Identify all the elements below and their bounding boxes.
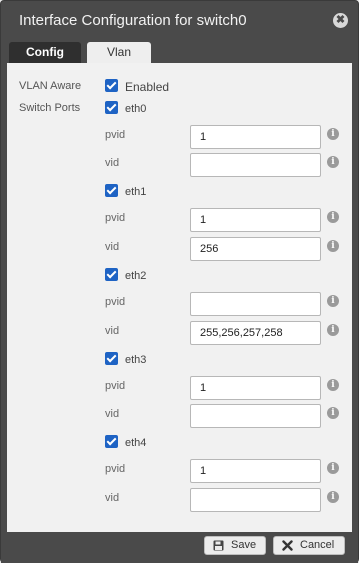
dialog-title: Interface Configuration for switch0: [19, 12, 247, 29]
cancel-button[interactable]: Cancel: [273, 536, 345, 555]
port-eth3-pvid-label: pvid: [105, 380, 126, 392]
port-eth2-vid-label: vid: [105, 325, 120, 337]
tab-vlan[interactable]: Vlan: [87, 42, 151, 63]
port-eth2-pvid-input[interactable]: [190, 292, 321, 316]
port-eth3-vid-input[interactable]: [190, 404, 321, 428]
floppy-icon: [213, 537, 224, 557]
port-eth2-checkbox[interactable]: [105, 268, 118, 281]
port-eth3-pvid-input[interactable]: [190, 376, 321, 400]
info-icon[interactable]: i: [327, 128, 339, 140]
port-eth4-pvid-input[interactable]: [190, 459, 321, 483]
switch-ports-label: Switch Ports: [19, 102, 81, 114]
port-eth0-vid-input[interactable]: [190, 153, 321, 177]
port-eth1-vid-label: vid: [105, 241, 120, 253]
port-eth1-pvid-input[interactable]: [190, 208, 321, 232]
port-eth3-checkbox[interactable]: [105, 352, 118, 365]
port-eth0-checkbox[interactable]: [105, 101, 118, 114]
port-eth2-label: eth2: [125, 270, 147, 282]
port-eth0-pvid-label: pvid: [105, 129, 126, 141]
port-eth4-pvid-label: pvid: [105, 463, 126, 475]
port-eth0-label: eth0: [125, 103, 147, 115]
config-panel: VLAN Aware Enabled Switch Ports eth0 pvi…: [7, 63, 352, 532]
tab-config[interactable]: Config: [9, 42, 81, 63]
dialog-footer: Save Cancel: [1, 532, 358, 563]
cancel-label: Cancel: [300, 539, 335, 551]
port-eth1-vid-input[interactable]: [190, 237, 321, 261]
port-eth0-vid-label: vid: [105, 157, 120, 169]
port-eth0-pvid-input[interactable]: [190, 125, 321, 149]
save-label: Save: [231, 539, 257, 551]
port-eth2-vid-input[interactable]: [190, 321, 321, 345]
x-icon: [282, 537, 293, 557]
info-icon[interactable]: i: [327, 156, 339, 168]
close-icon[interactable]: ✖: [333, 13, 348, 28]
port-eth3-vid-label: vid: [105, 408, 120, 420]
port-eth4-vid-input[interactable]: [190, 488, 321, 512]
port-eth1-checkbox[interactable]: [105, 184, 118, 197]
info-icon[interactable]: i: [327, 407, 339, 419]
dialog-titlebar: Interface Configuration for switch0 ✖: [1, 1, 358, 41]
port-eth1-label: eth1: [125, 186, 147, 198]
info-icon[interactable]: i: [327, 211, 339, 223]
port-eth4-label: eth4: [125, 437, 147, 449]
info-icon[interactable]: i: [327, 240, 339, 252]
port-eth2-pvid-label: pvid: [105, 296, 126, 308]
info-icon[interactable]: i: [327, 295, 339, 307]
save-button[interactable]: Save: [204, 536, 266, 555]
port-eth4-vid-label: vid: [105, 492, 120, 504]
port-eth4-checkbox[interactable]: [105, 435, 118, 448]
info-icon[interactable]: i: [327, 379, 339, 391]
port-eth3-label: eth3: [125, 354, 147, 366]
vlan-aware-option-label: Enabled: [125, 80, 170, 94]
vlan-aware-checkbox[interactable]: [105, 79, 118, 92]
info-icon[interactable]: i: [327, 462, 339, 474]
vlan-aware-label: VLAN Aware: [19, 80, 82, 92]
info-icon[interactable]: i: [327, 491, 339, 503]
port-eth1-pvid-label: pvid: [105, 212, 126, 224]
interface-config-dialog: Interface Configuration for switch0 ✖ Co…: [0, 0, 359, 563]
info-icon[interactable]: i: [327, 324, 339, 336]
